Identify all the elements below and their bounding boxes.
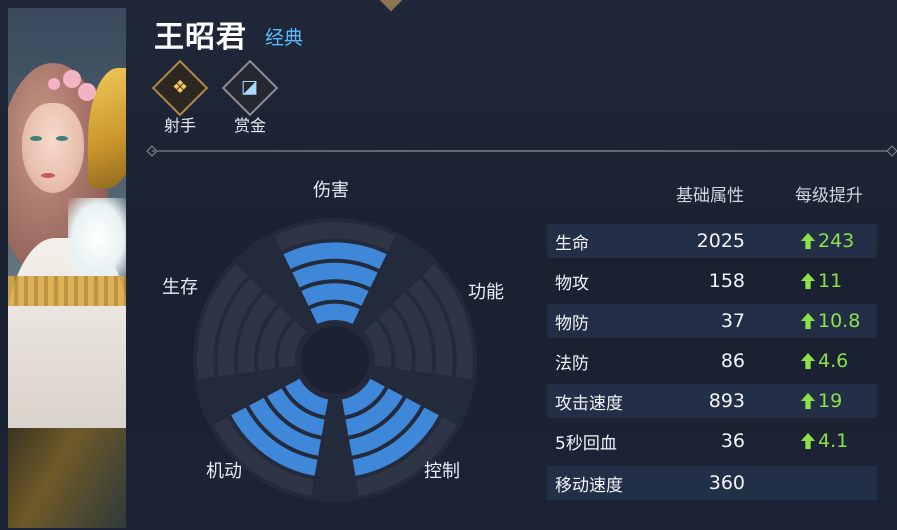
skin-name-link[interactable]: 经典 (265, 23, 303, 50)
stat-name: 法防 (555, 353, 589, 374)
stat-growth: 4.6 (800, 350, 848, 372)
stat-row: 5秒回血 36 4.1 (547, 424, 877, 458)
stat-growth: 19 (800, 390, 842, 412)
marksman-icon: ❖ (171, 76, 189, 98)
top-notch-ornament (379, 0, 403, 12)
stat-row: 法防 86 4.6 (547, 344, 877, 378)
arrow-up-icon (800, 353, 816, 369)
stat-base-value: 893 (708, 390, 745, 412)
radar-label-utility: 功能 (468, 282, 504, 303)
stat-growth-value: 4.1 (818, 430, 849, 452)
stat-row: 移动速度 360 (547, 466, 877, 500)
arrow-up-icon (800, 233, 816, 249)
stat-growth: 243 (800, 230, 854, 252)
stat-base-value: 86 (720, 350, 745, 372)
arrow-up-icon (800, 273, 816, 289)
growth-stats-header: 每级提升 (795, 186, 863, 206)
stat-base-value: 360 (708, 472, 745, 494)
stat-base-value: 37 (720, 310, 745, 332)
radar-label-mobility: 机动 (206, 461, 242, 482)
radar-hub (301, 326, 369, 394)
stat-row: 物防 37 10.8 (547, 304, 877, 338)
stat-growth: 4.1 (800, 430, 848, 452)
stat-growth-value: 19 (818, 390, 843, 412)
stat-growth-value: 10.8 (818, 310, 861, 332)
radar-label-survival: 生存 (162, 277, 198, 298)
stat-name: 生命 (555, 233, 589, 254)
stat-base-value: 2025 (696, 230, 745, 252)
stat-growth: 10.8 (800, 310, 860, 332)
base-stats-header: 基础属性 (676, 186, 744, 206)
stat-base-value: 36 (720, 430, 745, 452)
role-bounty[interactable]: ◪ 赏金 (220, 59, 280, 136)
stat-name: 物攻 (555, 273, 589, 294)
stat-name: 物防 (555, 313, 589, 334)
stat-row: 攻击速度 893 19 (547, 384, 877, 418)
section-divider (152, 150, 892, 152)
divider-ornament-right (886, 145, 897, 157)
stat-row: 生命 2025 243 (547, 224, 877, 258)
hero-name: 王昭君 (154, 20, 247, 55)
stat-base-value: 158 (708, 270, 745, 292)
radar-label-control: 控制 (424, 461, 460, 482)
stat-name: 移动速度 (555, 475, 623, 496)
radar-label-damage: 伤害 (313, 180, 349, 201)
role-marksman[interactable]: ❖ 射手 (150, 59, 210, 136)
hero-portrait (8, 8, 126, 528)
stat-growth: 11 (800, 270, 842, 292)
stat-name: 5秒回血 (555, 433, 617, 454)
stat-name: 攻击速度 (555, 393, 623, 414)
bounty-icon: ◪ (241, 76, 259, 98)
arrow-up-icon (800, 393, 816, 409)
arrow-up-icon (800, 433, 816, 449)
stat-growth-value: 4.6 (818, 350, 849, 372)
stat-growth-value: 11 (818, 270, 843, 292)
stat-row: 物攻 158 11 (547, 264, 877, 298)
arrow-up-icon (800, 313, 816, 329)
hero-info-panel: 王昭君 经典 ❖ 射手 ◪ 赏金 伤害 功能 控制 机动 生存 基础属性 每级提… (0, 0, 897, 530)
stat-growth-value: 243 (818, 230, 855, 252)
